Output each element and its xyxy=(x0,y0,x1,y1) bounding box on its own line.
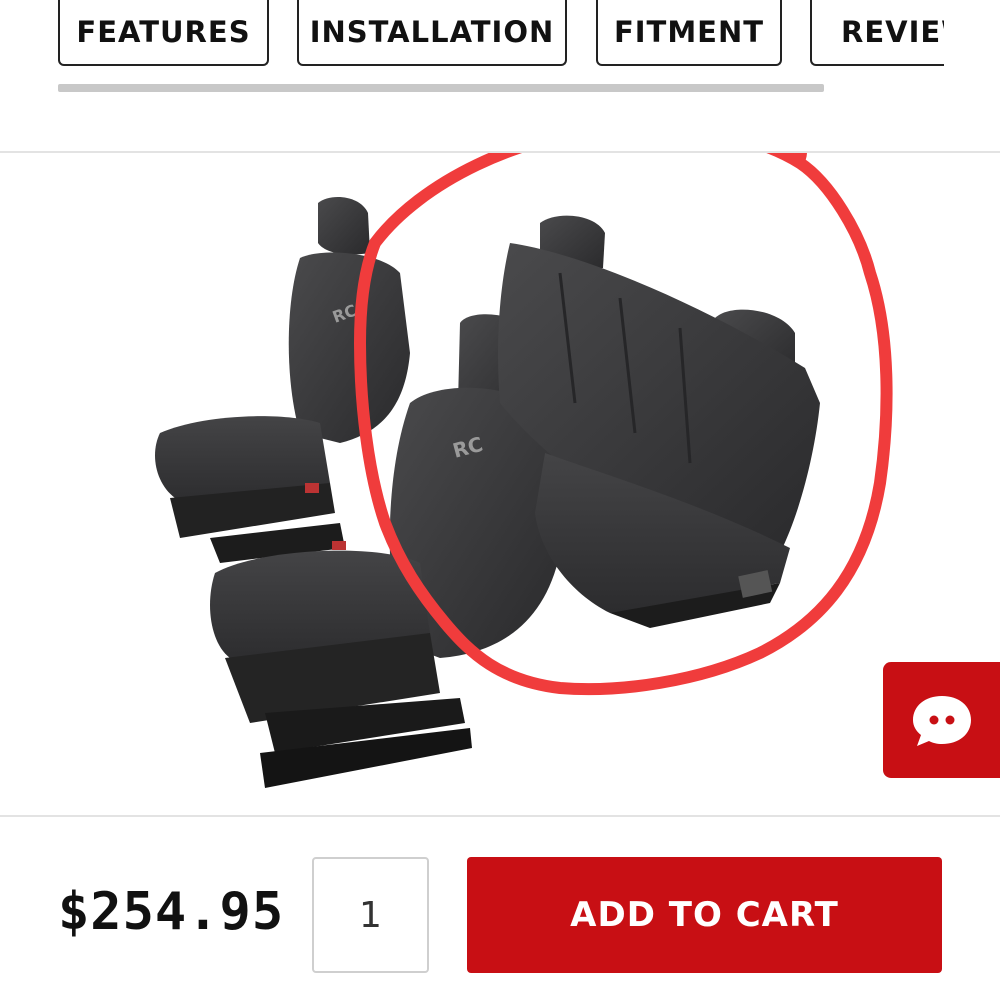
tabs-scrollbar[interactable] xyxy=(58,84,824,92)
tab-installation[interactable]: INSTALLATION xyxy=(297,0,567,66)
seat-covers-icon: RC RC xyxy=(155,153,893,788)
product-tabs: FEATURES INSTALLATION FITMENT REVIEW xyxy=(0,0,1000,70)
tab-fitment-label: FITMENT xyxy=(613,15,765,49)
tab-fitment[interactable]: FITMENT xyxy=(596,0,782,66)
quantity-field[interactable] xyxy=(312,857,429,973)
tab-reviews[interactable]: REVIEW xyxy=(810,0,944,66)
product-image: RC RC xyxy=(0,153,1000,815)
chat-button[interactable] xyxy=(883,662,1000,778)
tab-features[interactable]: FEATURES xyxy=(58,0,269,66)
product-price: $254.95 xyxy=(58,882,285,942)
chat-bubble-icon xyxy=(913,696,971,746)
tab-reviews-label: REVIEW xyxy=(841,15,944,49)
tab-installation-label: INSTALLATION xyxy=(309,15,555,49)
divider xyxy=(0,815,1000,817)
tab-features-label: FEATURES xyxy=(76,15,251,49)
add-to-cart-button[interactable]: ADD TO CART xyxy=(467,857,942,973)
